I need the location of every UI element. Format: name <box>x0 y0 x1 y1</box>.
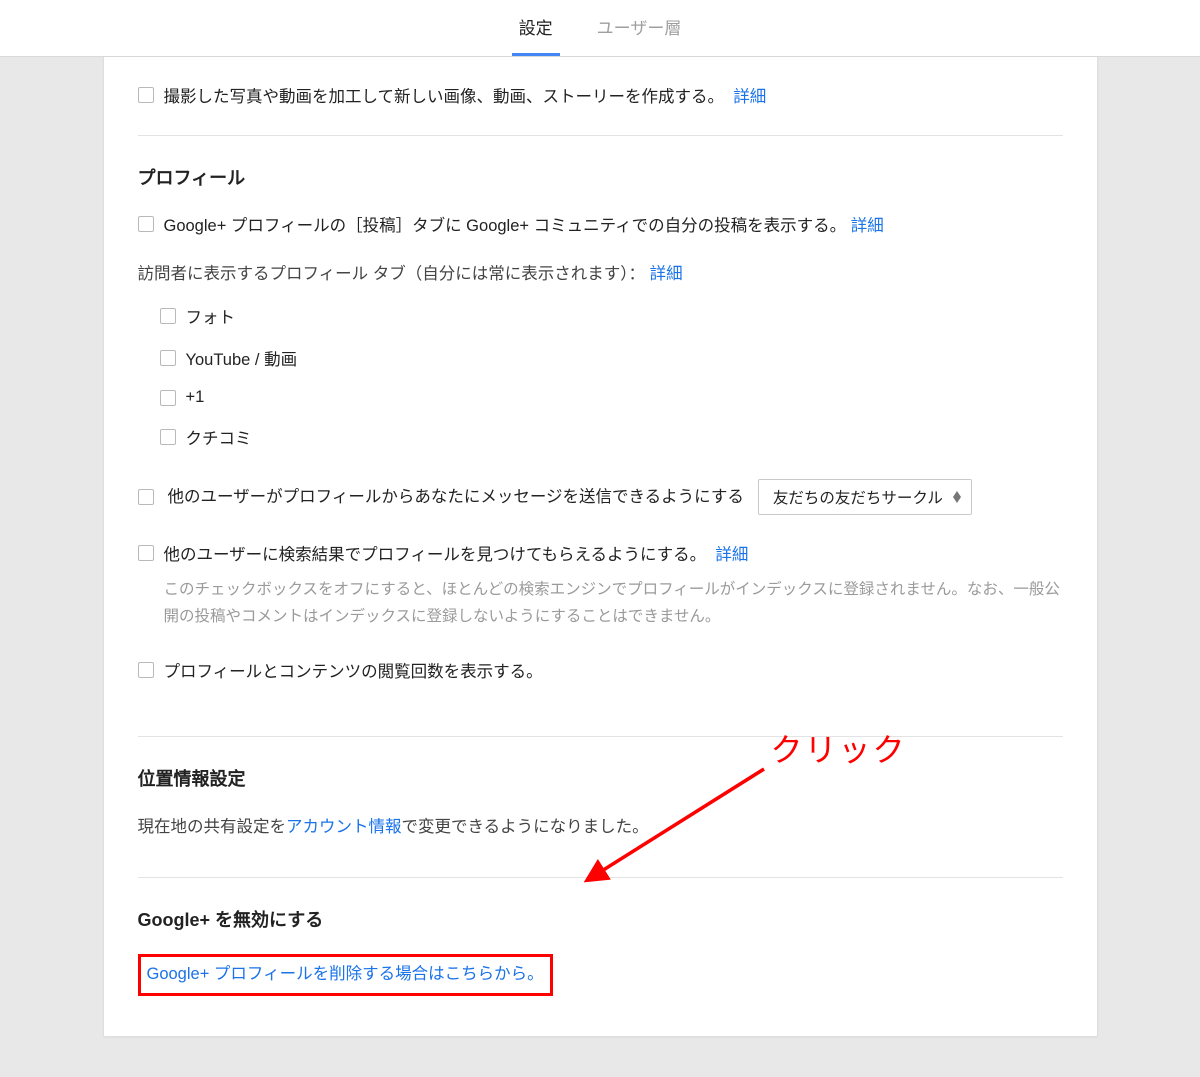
tab-plusone-label: +1 <box>186 388 205 407</box>
tab-plusone-checkbox[interactable] <box>160 390 176 406</box>
tab-review-label: クチコミ <box>186 425 252 449</box>
tab-youtube-checkbox[interactable] <box>160 350 176 366</box>
tab-plusone-row: +1 <box>160 388 1063 407</box>
settings-card: 撮影した写真や動画を加工して新しい画像、動画、ストーリーを作成する。 詳細 プロ… <box>103 57 1098 1037</box>
select-arrows-icon <box>953 491 961 503</box>
allow-message-row: 他のユーザーがプロフィールからあなたにメッセージを送信できるようにする 友だちの… <box>138 479 1063 515</box>
searchable-label: 他のユーザーに検索結果でプロフィールを見つけてもらえるようにする。 詳細 <box>164 541 749 569</box>
tab-photo-label: フォト <box>186 304 236 328</box>
profile-section-title: プロフィール <box>138 164 1063 190</box>
tab-youtube-row: YouTube / 動画 <box>160 346 1063 370</box>
delete-profile-link[interactable]: Google+ プロフィールを削除する場合はこちらから <box>147 965 528 983</box>
tab-review-row: クチコミ <box>160 425 1063 449</box>
show-posts-row: Google+ プロフィールの［投稿］タブに Google+ コミュニティでの自… <box>138 212 1063 240</box>
allow-message-checkbox[interactable] <box>138 489 154 505</box>
location-section-title: 位置情報設定 <box>138 765 1063 791</box>
tab-header: 設定 ユーザー層 <box>0 0 1200 57</box>
searchable-row: 他のユーザーに検索結果でプロフィールを見つけてもらえるようにする。 詳細 <box>138 541 1063 569</box>
delete-link-highlight: Google+ プロフィールを削除する場合はこちらから。 <box>138 954 553 996</box>
create-story-row: 撮影した写真や動画を加工して新しい画像、動画、ストーリーを作成する。 詳細 <box>138 83 1063 111</box>
create-story-checkbox[interactable] <box>138 87 154 103</box>
disable-section-title: Google+ を無効にする <box>138 906 1063 932</box>
searchable-help-text: このチェックボックスをオフにすると、ほとんどの検索エンジンでプロフィールがインデ… <box>138 577 1063 630</box>
create-story-label: 撮影した写真や動画を加工して新しい画像、動画、ストーリーを作成する。 詳細 <box>164 83 767 111</box>
select-value: 友だちの友だちサークル <box>773 486 943 508</box>
create-story-more-link[interactable]: 詳細 <box>733 88 766 106</box>
show-posts-checkbox[interactable] <box>138 216 154 232</box>
show-posts-more-link[interactable]: 詳細 <box>851 217 884 235</box>
divider <box>138 736 1063 737</box>
tab-youtube-label: YouTube / 動画 <box>186 346 298 370</box>
searchable-checkbox[interactable] <box>138 545 154 561</box>
annotation-arrow-icon <box>574 739 774 884</box>
account-info-link[interactable]: アカウント情報 <box>286 818 402 836</box>
view-count-label: プロフィールとコンテンツの閲覧回数を表示する。 <box>164 658 543 686</box>
delete-link-post: 。 <box>527 965 544 983</box>
divider <box>138 135 1063 136</box>
tab-users[interactable]: ユーザー層 <box>575 14 704 56</box>
tab-photo-row: フォト <box>160 304 1063 328</box>
tab-review-checkbox[interactable] <box>160 429 176 445</box>
searchable-more-link[interactable]: 詳細 <box>715 546 748 564</box>
divider <box>138 877 1063 878</box>
allow-message-label: 他のユーザーがプロフィールからあなたにメッセージを送信できるようにする <box>168 483 744 511</box>
tab-photo-checkbox[interactable] <box>160 308 176 324</box>
visitor-tabs-desc: 訪問者に表示するプロフィール タブ（自分には常に表示されます）： 詳細 <box>138 260 1063 288</box>
location-desc: 現在地の共有設定をアカウント情報で変更できるようになりました。 <box>138 813 1063 841</box>
view-count-checkbox[interactable] <box>138 662 154 678</box>
message-audience-select[interactable]: 友だちの友だちサークル <box>758 479 972 515</box>
tab-settings[interactable]: 設定 <box>497 14 575 56</box>
view-count-row: プロフィールとコンテンツの閲覧回数を表示する。 <box>138 658 1063 686</box>
visitor-tabs-more-link[interactable]: 詳細 <box>650 265 683 283</box>
show-posts-label: Google+ プロフィールの［投稿］タブに Google+ コミュニティでの自… <box>164 212 884 240</box>
visitor-tabs-list: フォト YouTube / 動画 +1 クチコミ <box>138 304 1063 449</box>
